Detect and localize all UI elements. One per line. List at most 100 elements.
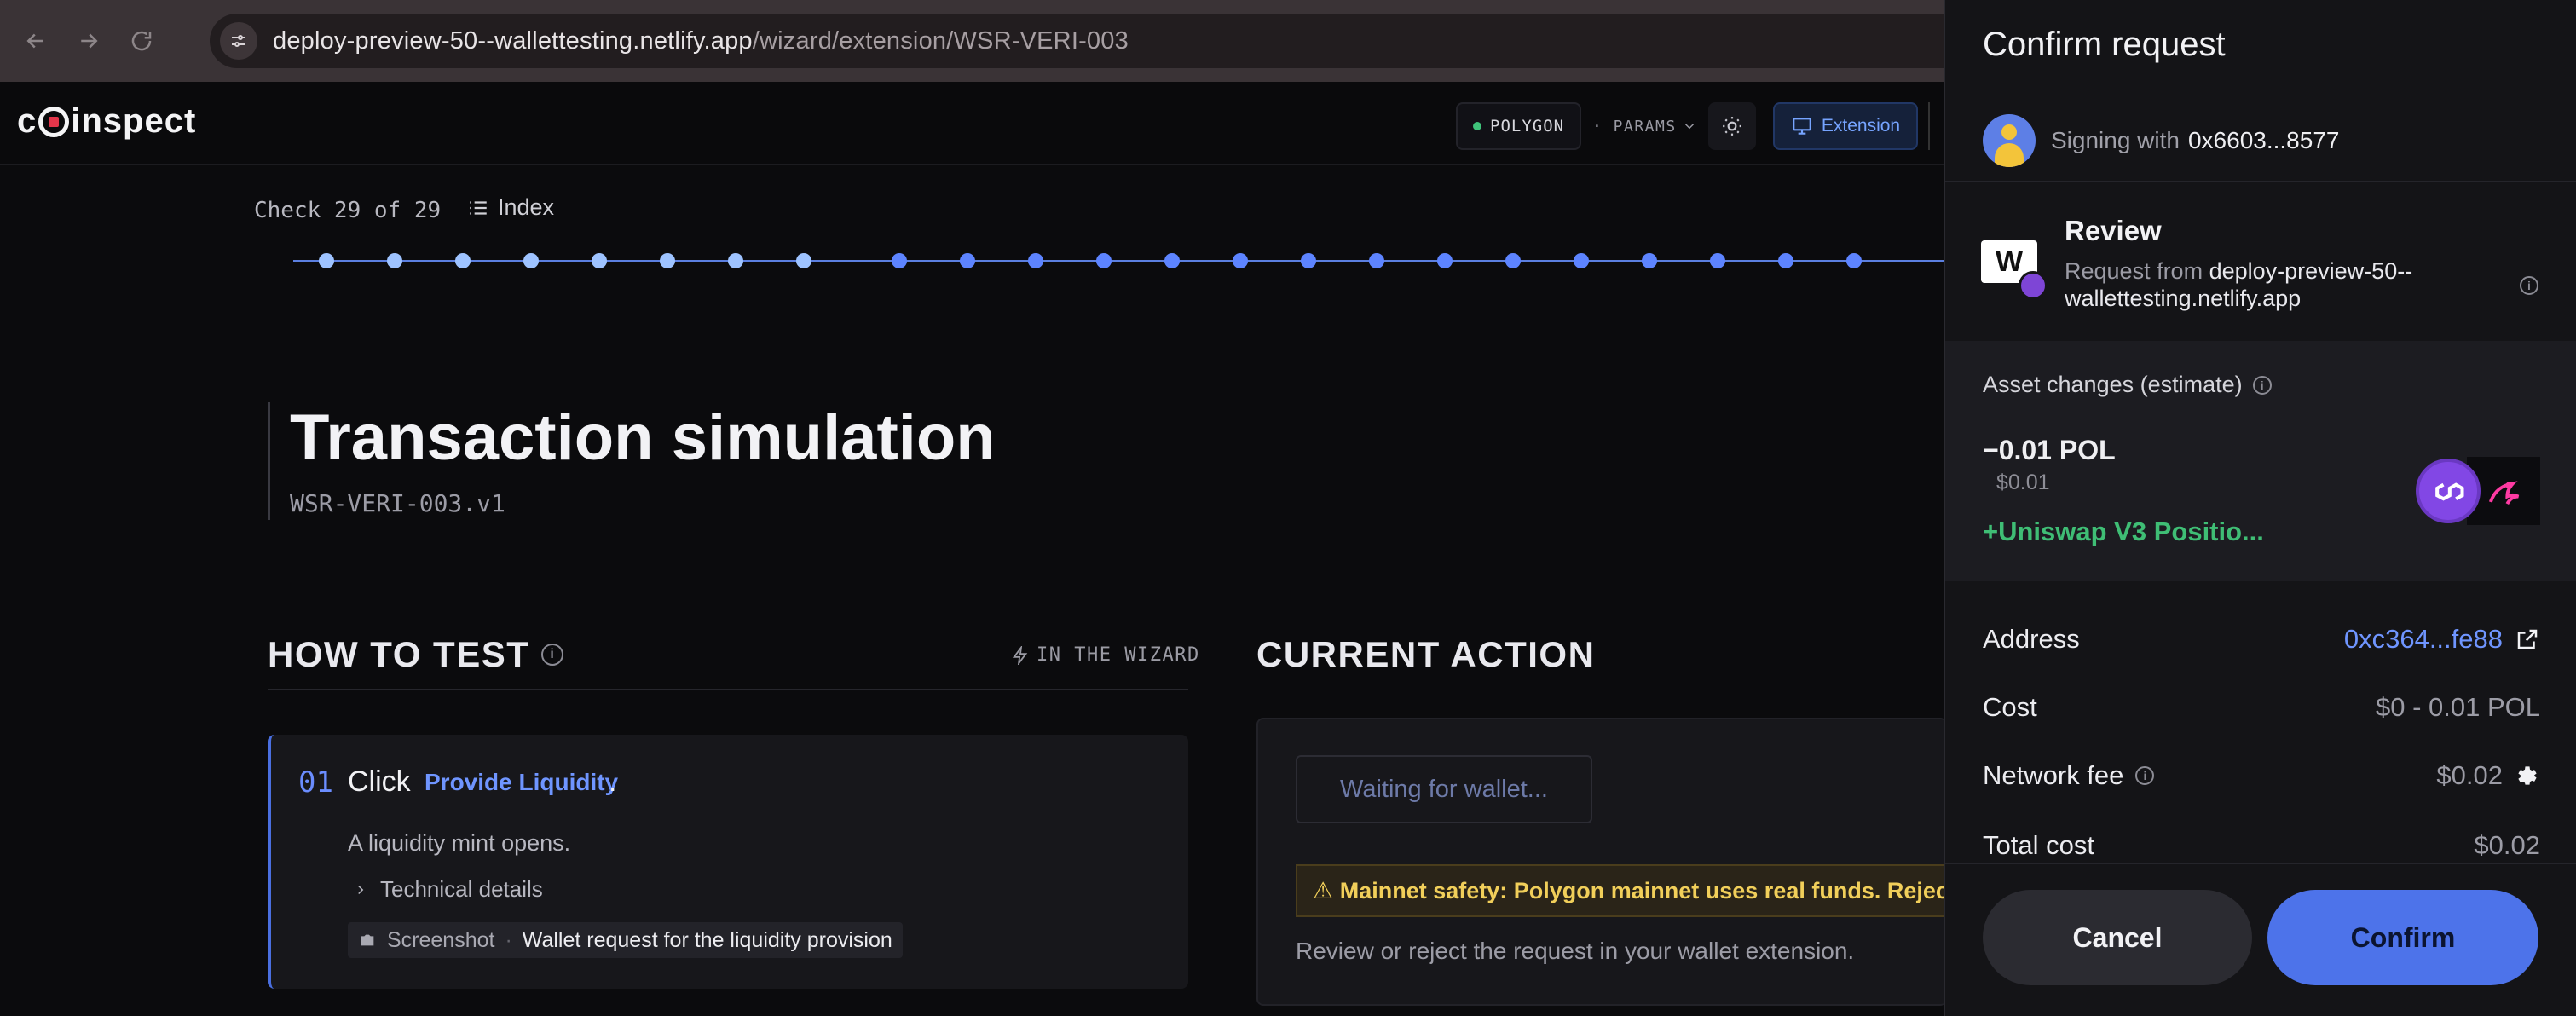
step-verb: Click [348, 765, 411, 798]
network-fee-value-wrap: $0.02 [2436, 760, 2540, 791]
technical-details-toggle[interactable]: Technical details [353, 876, 543, 903]
progress-step-node[interactable] [892, 253, 907, 268]
progress-step-node[interactable] [1096, 253, 1112, 268]
params-dropdown[interactable]: · PARAMS [1592, 102, 1697, 150]
camera-icon [361, 934, 374, 946]
cost-row: Cost $0 - 0.01 POL [1983, 692, 2540, 723]
network-status-dot [1473, 122, 1481, 130]
network-fee-key-wrap: Network fee i [1983, 760, 2155, 791]
url-text: deploy-preview-50--wallettesting.netlify… [273, 27, 1129, 55]
index-label: Index [498, 194, 555, 220]
progress-step-node[interactable] [1778, 253, 1793, 268]
mobile-mode-button[interactable] [1928, 102, 1944, 150]
forward-arrow-icon[interactable] [72, 24, 106, 58]
monitor-icon [1793, 118, 1811, 135]
network-pill[interactable]: POLYGON [1456, 102, 1582, 150]
asset-out-amount: −0.01 POL [1983, 435, 2116, 465]
info-icon[interactable]: i [541, 644, 564, 666]
address-row: Address 0xc364...fe88 [1983, 624, 2540, 655]
screenshot-label: Screenshot [387, 927, 495, 952]
network-badge-icon [2019, 271, 2048, 300]
signing-account[interactable]: Signing with 0x6603...8577 [1983, 114, 2339, 167]
step-punct: . [609, 765, 617, 798]
address-value-link[interactable]: 0xc364...fe88 [2344, 624, 2540, 655]
asset-changes-label: Asset changes (estimate) [1983, 372, 2243, 397]
progress-step-node[interactable] [960, 253, 975, 268]
gear-icon[interactable] [2515, 763, 2540, 788]
signing-address: 0x6603...8577 [2187, 127, 2340, 153]
coinspect-logo[interactable]: c inspect [17, 102, 196, 141]
progress-step-node[interactable] [523, 253, 539, 268]
index-button[interactable]: Index [467, 194, 554, 221]
asset-out-usd: $0.01 [1996, 470, 2050, 494]
progress-step-node[interactable] [1164, 253, 1180, 268]
progress-step-node[interactable] [1437, 253, 1453, 268]
wizard-tag-label: IN THE WIZARD [1037, 644, 1200, 666]
progress-step-node[interactable] [1574, 253, 1589, 268]
total-cost-row: Total cost $0.02 [1983, 830, 2540, 861]
site-settings-icon[interactable] [220, 22, 257, 60]
extension-mode-button[interactable]: Extension [1773, 102, 1918, 150]
info-icon[interactable]: i [2252, 375, 2272, 395]
progress-step-node[interactable] [1028, 253, 1043, 268]
progress-step-node[interactable] [1233, 253, 1248, 268]
provide-liquidity-link[interactable]: Provide Liquidity [425, 769, 618, 796]
progress-step-node[interactable] [1369, 253, 1384, 268]
request-origin: Request from deploy-preview-50--wallette… [2065, 257, 2491, 312]
chevron-right-icon [358, 885, 364, 894]
bolt-icon [1012, 645, 1028, 665]
progress-step-node[interactable] [1505, 253, 1521, 268]
cancel-button[interactable]: Cancel [1983, 890, 2252, 985]
cost-value: $0 - 0.01 POL [2375, 692, 2540, 722]
review-title: Review [2065, 215, 2162, 246]
technical-details-label: Technical details [380, 876, 543, 902]
total-cost-value: $0.02 [2474, 830, 2540, 860]
address-key: Address [1983, 624, 2080, 654]
logo-text-rest: inspect [71, 102, 197, 140]
network-fee-key: Network fee [1983, 760, 2124, 790]
browser-toolbar: deploy-preview-50--wallettesting.netlify… [0, 0, 2000, 82]
waiting-for-wallet-button[interactable]: Waiting for wallet... [1296, 755, 1592, 823]
step-description: A liquidity mint opens. [348, 830, 571, 856]
progress-step-node[interactable] [1301, 253, 1316, 268]
progress-step-node[interactable] [660, 253, 675, 268]
asset-changes-heading: Asset changes (estimate) i [1983, 372, 2272, 398]
info-icon[interactable]: i [2520, 276, 2538, 295]
mainnet-safety-warning: ⚠ Mainnet safety: Polygon mainnet uses r… [1296, 864, 1949, 917]
app-header: c inspect POLYGON · PARAMS Extension [0, 82, 1944, 165]
confirm-button[interactable]: Confirm [2267, 890, 2538, 985]
cost-key: Cost [1983, 692, 2037, 722]
progress-step-node[interactable] [387, 253, 402, 268]
network-label: POLYGON [1490, 117, 1565, 136]
url-host: deploy-preview-50--wallettesting.netlify… [273, 26, 753, 55]
total-cost-key: Total cost [1983, 830, 2094, 860]
network-fee-value: $0.02 [2436, 760, 2503, 790]
progress-step-node[interactable] [1710, 253, 1725, 268]
request-from-prefix: Request from [2065, 258, 2203, 284]
theme-toggle-button[interactable] [1708, 102, 1756, 150]
params-label: · PARAMS [1592, 117, 1677, 136]
progress-track [293, 253, 1944, 268]
current-action-card: Waiting for wallet... ⚠ Mainnet safety: … [1256, 718, 1949, 1006]
how-to-test-label: HOW TO TEST [268, 634, 530, 674]
current-action-heading: CURRENT ACTION [1256, 634, 1596, 674]
progress-step-node[interactable] [728, 253, 743, 268]
progress-step-node[interactable] [319, 253, 334, 268]
check-counter: Check 29 of 29 [254, 198, 442, 223]
screenshot-value: Wallet request for the liquidity provisi… [522, 927, 892, 952]
reload-icon[interactable] [124, 24, 159, 58]
info-icon[interactable]: i [2135, 766, 2155, 785]
signing-prefix: Signing with [2051, 127, 2180, 153]
screenshot-chip[interactable]: Screenshot · Wallet request for the liqu… [348, 922, 903, 958]
section-divider [268, 689, 1188, 690]
progress-step-node[interactable] [1846, 253, 1862, 268]
address-bar[interactable]: deploy-preview-50--wallettesting.netlify… [210, 14, 2000, 68]
progress-step-node[interactable] [455, 253, 471, 268]
progress-step-node[interactable] [796, 253, 811, 268]
back-arrow-icon[interactable] [19, 24, 53, 58]
step-card: 01 Click Provide Liquidity . A liquidity… [268, 735, 1188, 989]
progress-step-node[interactable] [1642, 253, 1657, 268]
wallet-confirm-popup: Confirm request Signing with 0x6603...85… [1944, 0, 2576, 1016]
progress-step-node[interactable] [592, 253, 607, 268]
asset-changes-panel: Asset changes (estimate) i −0.01 POL $0.… [1945, 341, 2576, 581]
